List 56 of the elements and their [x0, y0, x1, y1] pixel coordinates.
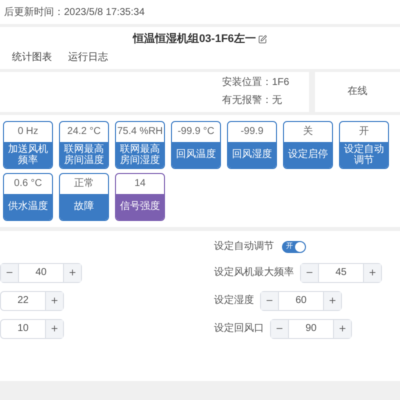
metric-label: 联网最高房间湿度: [116, 142, 164, 168]
plus-icon: [50, 324, 59, 333]
setting-label: 设定风机最大频率: [214, 266, 294, 280]
stepper-value: 22: [16, 294, 30, 308]
stepper-value: 45: [334, 266, 348, 280]
metric-label: 设定启停: [284, 142, 332, 168]
metric-value: 75.4 %RH: [116, 125, 164, 139]
number-stepper[interactable]: 45: [300, 262, 382, 282]
metric-label: 设定自动调节: [340, 142, 388, 168]
stepper-value: 40: [34, 266, 48, 280]
increment-button[interactable]: [363, 264, 381, 282]
metric-value: 关: [302, 124, 314, 139]
metric-value: 开: [358, 125, 370, 139]
update-time: 后更新时间：2023/5/8 17:35:34: [4, 6, 145, 20]
number-stepper[interactable]: 90: [270, 318, 352, 338]
edit-icon[interactable]: [258, 34, 267, 44]
metric-value: 14: [133, 177, 147, 191]
metric-label: 供水温度: [4, 194, 52, 220]
stepper-value: 10: [16, 322, 30, 336]
setting-label: 设定回风口: [214, 322, 264, 336]
increment-button[interactable]: [45, 320, 63, 338]
metric-value: 0 Hz: [16, 125, 40, 139]
status-text: 在线: [348, 84, 368, 99]
device-title: 恒温恒湿机组03-1F6左一: [133, 32, 256, 47]
info-text: 安装位置：1F6: [222, 76, 290, 90]
increment-button[interactable]: [63, 264, 81, 282]
metric-label: 回风湿度: [228, 142, 276, 168]
increment-button[interactable]: [323, 292, 341, 310]
metric-label: 联网最高房间温度: [60, 142, 108, 168]
metric-value: -99.9 °C: [176, 125, 216, 139]
tab[interactable]: 运行日志: [68, 50, 108, 64]
plus-icon: [68, 268, 77, 277]
number-stepper[interactable]: 10: [0, 318, 64, 338]
metric-value: 正常: [73, 176, 95, 191]
number-stepper[interactable]: 40: [0, 262, 82, 282]
metric-value: 0.6 °C: [13, 177, 43, 191]
tab[interactable]: 统计图表: [12, 50, 52, 64]
stepper-value: 60: [294, 294, 308, 308]
number-stepper[interactable]: 22: [0, 290, 64, 310]
plus-icon: [328, 296, 337, 305]
plus-icon: [338, 324, 347, 333]
plus-icon: [368, 268, 377, 277]
increment-button[interactable]: [333, 320, 351, 338]
number-stepper[interactable]: 60: [260, 290, 342, 310]
metric-label: 加送风机频率: [4, 142, 52, 168]
plus-icon: [50, 296, 59, 305]
setting-label: 设定自动调节: [214, 240, 274, 254]
metric-value: -99.9: [240, 125, 264, 139]
metric-value: 24.2 °C: [66, 125, 102, 139]
increment-button[interactable]: [45, 292, 63, 310]
metric-label: 信号强度: [116, 194, 164, 220]
stepper-value: 90: [304, 322, 318, 336]
info-text: 有无报警：无: [222, 94, 283, 108]
setting-label: 设定湿度: [214, 294, 254, 308]
metric-label: 故障: [60, 194, 108, 220]
metric-label: 回风温度: [172, 142, 220, 168]
